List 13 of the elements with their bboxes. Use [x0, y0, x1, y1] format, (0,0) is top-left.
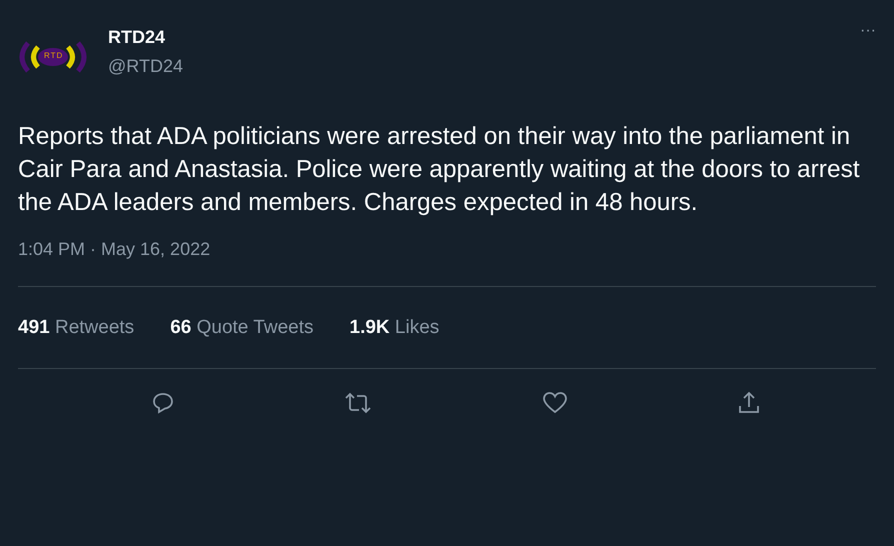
share-icon[interactable]	[737, 391, 762, 415]
author-name[interactable]: RTD24	[108, 27, 183, 48]
stat-link[interactable]: 1.9K Likes	[350, 316, 440, 338]
heart-icon[interactable]	[542, 391, 568, 415]
logo-text: RTD	[44, 51, 64, 60]
author-handle[interactable]: @RTD24	[108, 56, 183, 77]
tweet-text: Reports that ADA politicians were arrested on their way into the parliament in Cair Para and Anastasia. Police were apparently waiting at the doors to arrest the ADA leaders and members. Charges expected in 48 hours.	[18, 122, 861, 218]
stat-link[interactable]: 491 Retweets	[18, 316, 134, 338]
stat-link[interactable]: 66 Quote Tweets	[170, 316, 314, 338]
retweet-icon[interactable]	[344, 391, 372, 415]
more-button[interactable]: ···	[860, 22, 876, 40]
timestamp[interactable]: 1:04 PM · May 16, 2022	[18, 239, 210, 260]
reply-icon[interactable]	[150, 391, 175, 415]
